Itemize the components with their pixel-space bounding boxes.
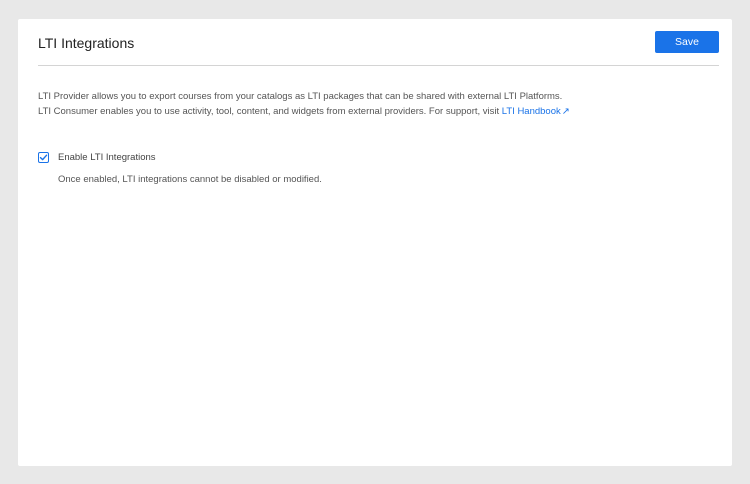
description-line-2: LTI Consumer enables you to use activity… <box>38 104 570 119</box>
settings-card: LTI Integrations Save LTI Provider allow… <box>18 19 732 466</box>
description-line-1: LTI Provider allows you to export course… <box>38 91 563 102</box>
external-link-icon: ↗ <box>561 106 570 117</box>
lti-handbook-link-label: LTI Handbook <box>501 106 561 117</box>
page-title: LTI Integrations <box>38 35 135 51</box>
checkmark-icon <box>39 154 48 161</box>
save-button[interactable]: Save <box>655 31 719 53</box>
enable-lti-checkbox[interactable] <box>38 152 49 163</box>
description: LTI Provider allows you to export course… <box>38 89 570 119</box>
card-header: LTI Integrations Save <box>38 19 719 66</box>
lti-handbook-link[interactable]: LTI Handbook↗ <box>502 106 570 117</box>
enable-lti-hint: Once enabled, LTI integrations cannot be… <box>58 174 322 185</box>
enable-lti-row: Enable LTI Integrations <box>38 152 156 163</box>
enable-lti-label[interactable]: Enable LTI Integrations <box>58 152 156 163</box>
description-line-2-text: LTI Consumer enables you to use activity… <box>38 106 502 117</box>
